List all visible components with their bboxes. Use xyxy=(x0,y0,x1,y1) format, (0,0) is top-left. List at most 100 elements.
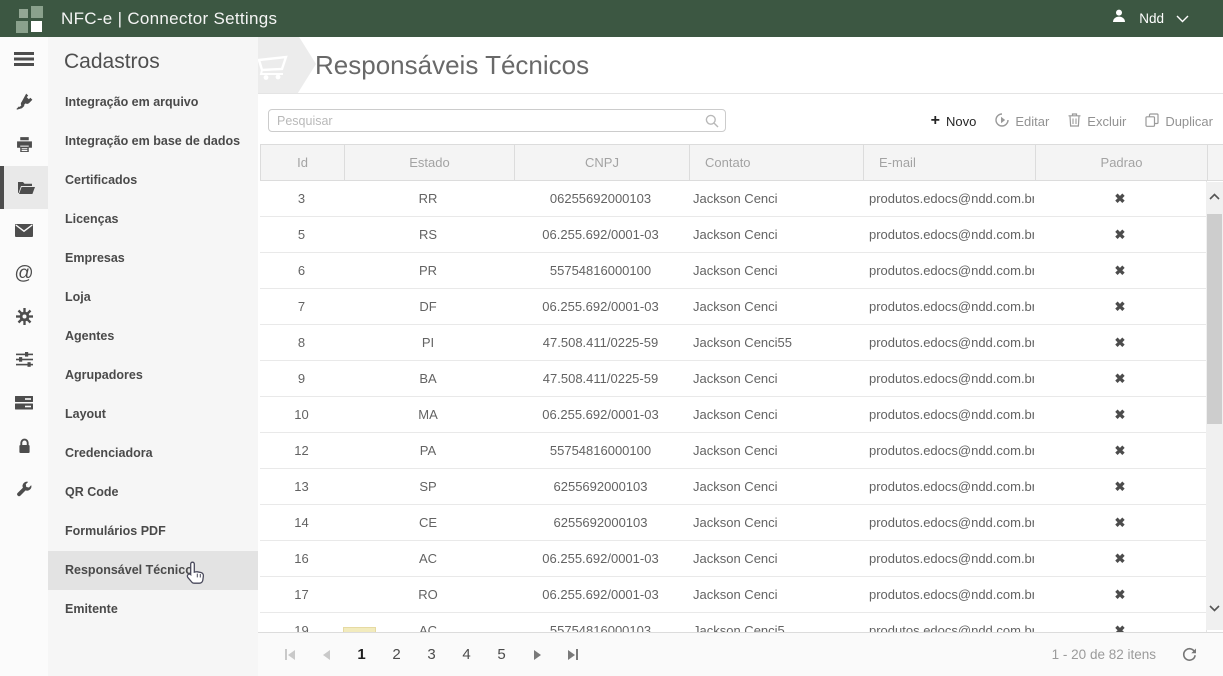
cell-contato: Jackson Cenci xyxy=(688,541,862,576)
user-menu[interactable]: Ndd xyxy=(1111,8,1189,29)
last-page-icon xyxy=(568,650,575,660)
excluir-button[interactable]: Excluir xyxy=(1068,113,1126,130)
scroll-down-button[interactable] xyxy=(1206,598,1223,618)
table-row[interactable]: 10MA06.255.692/0001-03Jackson Cenciprodu… xyxy=(260,397,1223,433)
scrollbar-thumb[interactable] xyxy=(1207,214,1222,424)
sidebar-item-agrupadores[interactable]: Agrupadores xyxy=(48,356,258,395)
rail-item-mail[interactable] xyxy=(0,209,48,252)
rail-item-print[interactable] xyxy=(0,123,48,166)
app-logo xyxy=(15,4,45,34)
sidebar-item-integracao-em-base-de-dados[interactable]: Integração em base de dados xyxy=(48,122,258,161)
refresh-button[interactable] xyxy=(1182,647,1197,662)
scroll-up-button[interactable] xyxy=(1206,186,1223,206)
cell-contato: Jackson Cenci xyxy=(688,289,862,324)
app-title: NFC-e | Connector Settings xyxy=(61,9,277,29)
rail-item-integrations[interactable] xyxy=(0,80,48,123)
cell-padrao: ✖ xyxy=(1034,577,1206,612)
chevron-up-icon xyxy=(1209,193,1220,200)
editar-button[interactable]: Editar xyxy=(995,113,1049,130)
cell-contato: Jackson Cenci xyxy=(688,397,862,432)
table-row[interactable]: 3RR06255692000103Jackson Cenciprodutos.e… xyxy=(260,181,1223,217)
cell-cnpj: 06.255.692/0001-03 xyxy=(513,541,688,576)
column-header-cnpj[interactable]: CNPJ xyxy=(514,145,689,180)
rail-item-settings[interactable] xyxy=(0,295,48,338)
page-number-4[interactable]: 4 xyxy=(449,646,484,663)
gear-icon xyxy=(16,308,33,325)
cell-padrao: ✖ xyxy=(1034,397,1206,432)
cell-estado: PI xyxy=(343,325,513,360)
main-content: Responsáveis Técnicos + Novo Editar xyxy=(258,37,1223,676)
page-number-3[interactable]: 3 xyxy=(414,646,449,663)
last-page-button[interactable] xyxy=(555,643,591,667)
sidebar-item-credenciadora[interactable]: Credenciadora xyxy=(48,434,258,473)
table-row[interactable]: 9BA47.508.411/0225-59Jackson Cenciprodut… xyxy=(260,361,1223,397)
duplicar-button[interactable]: Duplicar xyxy=(1145,113,1213,130)
cell-id: 7 xyxy=(260,289,343,324)
table-row[interactable]: 14CE6255692000103Jackson Cenciprodutos.e… xyxy=(260,505,1223,541)
refresh-icon xyxy=(1182,647,1197,662)
cell-contato: Jackson Cenci xyxy=(688,505,862,540)
vertical-scrollbar[interactable] xyxy=(1206,182,1223,630)
table-row[interactable]: 7DF06.255.692/0001-03Jackson Cenciprodut… xyxy=(260,289,1223,325)
sidebar-item-integracao-em-arquivo[interactable]: Integração em arquivo xyxy=(48,83,258,122)
sidebar-item-agentes[interactable]: Agentes xyxy=(48,317,258,356)
previous-page-button[interactable] xyxy=(308,643,344,667)
sidebar-item-certificados[interactable]: Certificados xyxy=(48,161,258,200)
first-page-button[interactable] xyxy=(272,643,308,667)
cell-contato: Jackson Cenci xyxy=(688,469,862,504)
rail-item-security[interactable] xyxy=(0,424,48,467)
table-row[interactable]: 12PA55754816000100Jackson Cenciprodutos.… xyxy=(260,433,1223,469)
table-row[interactable]: 17RO06.255.692/0001-03Jackson Cenciprodu… xyxy=(260,577,1223,613)
rail-item-preferences[interactable] xyxy=(0,338,48,381)
column-header-id[interactable]: Id xyxy=(261,145,344,180)
plus-icon: + xyxy=(931,113,940,129)
sidebar-item-empresas[interactable]: Empresas xyxy=(48,239,258,278)
previous-page-icon xyxy=(323,650,330,660)
sidebar-item-formularios-pdf[interactable]: Formulários PDF xyxy=(48,512,258,551)
cell-id: 3 xyxy=(260,181,343,216)
editar-button-label: Editar xyxy=(1015,114,1049,129)
not-default-x-icon: ✖ xyxy=(1115,191,1126,207)
search-icon[interactable] xyxy=(705,114,719,133)
cell-email: produtos.edocs@ndd.com.br xyxy=(862,541,1034,576)
cell-id: 5 xyxy=(260,217,343,252)
sidebar-item-layout[interactable]: Layout xyxy=(48,395,258,434)
table-row[interactable]: 8PI47.508.411/0225-59Jackson Cenci55prod… xyxy=(260,325,1223,361)
novo-button-label: Novo xyxy=(946,114,976,129)
sidebar-item-licencas[interactable]: Licenças xyxy=(48,200,258,239)
page-number-5[interactable]: 5 xyxy=(484,646,519,663)
pager-right: 1 - 20 de 82 itens xyxy=(1052,647,1209,662)
sidebar-item-loja[interactable]: Loja xyxy=(48,278,258,317)
search-input[interactable] xyxy=(269,110,725,131)
column-header-contato[interactable]: Contato xyxy=(689,145,863,180)
sidebar-item-qr-code[interactable]: QR Code xyxy=(48,473,258,512)
sidebar-item-responsavel-tecnico[interactable]: Responsável Técnico xyxy=(48,551,258,590)
column-header-email[interactable]: E-mail xyxy=(863,145,1035,180)
cell-cnpj: 55754816000100 xyxy=(513,253,688,288)
cell-padrao: ✖ xyxy=(1034,289,1206,324)
next-page-button[interactable] xyxy=(519,643,555,667)
table-row[interactable]: 13SP6255692000103Jackson Cenciprodutos.e… xyxy=(260,469,1223,505)
page-number-2[interactable]: 2 xyxy=(379,646,414,663)
rail-item-database[interactable] xyxy=(0,381,48,424)
page-number-1[interactable]: 1 xyxy=(344,646,379,663)
column-header-estado[interactable]: Estado xyxy=(344,145,514,180)
sidebar-item-emitente[interactable]: Emitente xyxy=(48,590,258,629)
page-header: Responsáveis Técnicos xyxy=(258,37,1223,94)
cell-cnpj: 06.255.692/0001-03 xyxy=(513,289,688,324)
rail-item-cadastros[interactable] xyxy=(0,166,48,209)
trash-icon xyxy=(1068,113,1081,130)
novo-button[interactable]: + Novo xyxy=(931,113,977,129)
edit-icon xyxy=(995,113,1009,130)
cell-cnpj: 55754816000100 xyxy=(513,433,688,468)
cell-estado: RO xyxy=(343,577,513,612)
cell-padrao: ✖ xyxy=(1034,325,1206,360)
rail-item-tools[interactable] xyxy=(0,467,48,510)
table-row[interactable]: 16AC06.255.692/0001-03Jackson Cenciprodu… xyxy=(260,541,1223,577)
rail-item-at[interactable]: @ xyxy=(0,252,48,295)
table-row[interactable]: 5RS06.255.692/0001-03Jackson Cenciprodut… xyxy=(260,217,1223,253)
menu-toggle-button[interactable] xyxy=(0,37,48,80)
table-row[interactable]: 6PR55754816000100Jackson Cenciprodutos.e… xyxy=(260,253,1223,289)
column-header-padrao[interactable]: Padrao xyxy=(1035,145,1207,180)
wrench-icon xyxy=(16,481,32,497)
